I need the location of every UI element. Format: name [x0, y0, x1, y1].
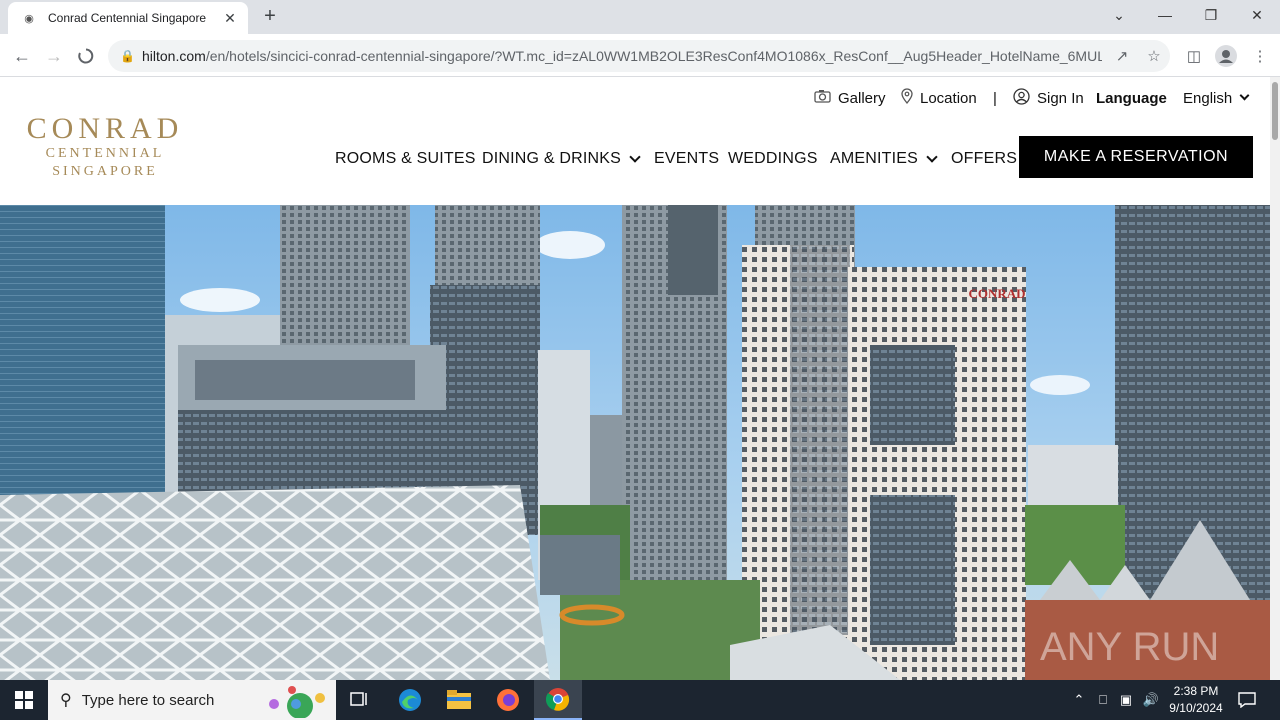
- browser-tab[interactable]: ◉ Conrad Centennial Singapore ✕: [8, 2, 248, 34]
- make-reservation-button[interactable]: MAKE A RESERVATION: [1019, 136, 1253, 178]
- address-bar[interactable]: 🔒 hilton.com/en/hotels/sincici-conrad-ce…: [108, 40, 1170, 72]
- conrad-logo[interactable]: CONRAD CENTENNIAL SINGAPORE: [15, 113, 195, 181]
- browser-toolbar: ← → 🔒 hilton.com/en/hotels/sincici-conra…: [0, 34, 1280, 77]
- language-label: Language: [1096, 89, 1167, 107]
- anyrun-watermark: ANY RUN: [1040, 625, 1219, 669]
- browser-menu-icon[interactable]: ⋮: [1246, 42, 1274, 70]
- scrollbar-thumb[interactable]: [1272, 82, 1278, 140]
- close-tab-icon[interactable]: ✕: [222, 10, 238, 27]
- language-select[interactable]: English: [1183, 87, 1250, 109]
- close-window-icon[interactable]: ✕: [1234, 0, 1280, 30]
- minimize-icon[interactable]: —: [1142, 0, 1188, 30]
- profile-avatar-icon[interactable]: [1212, 42, 1240, 70]
- notifications-icon[interactable]: [1232, 680, 1262, 720]
- gallery-link[interactable]: Gallery: [814, 87, 886, 109]
- page-scrollbar[interactable]: [1270, 77, 1280, 680]
- restore-icon[interactable]: ❐: [1188, 0, 1234, 30]
- task-view-icon[interactable]: [336, 680, 384, 720]
- firefox-icon[interactable]: [484, 680, 532, 720]
- back-arrow-icon[interactable]: ←: [8, 42, 36, 70]
- search-highlight-globe-icon: [262, 684, 332, 723]
- edge-browser-icon[interactable]: [386, 680, 434, 720]
- taskbar-search-box[interactable]: ⚲ Type here to search: [48, 680, 336, 720]
- windows-taskbar: ⚲ Type here to search ⌃ ⎕ ▣ 🔊 2:38 PM 9/…: [0, 680, 1280, 720]
- nav-dining-drinks[interactable]: DINING & DRINKS: [482, 147, 641, 171]
- lock-icon[interactable]: 🔒: [120, 49, 135, 63]
- network-icon[interactable]: ▣: [1117, 680, 1135, 720]
- tab-title: Conrad Centennial Singapore: [48, 11, 207, 25]
- side-panel-icon[interactable]: ◫: [1180, 42, 1208, 70]
- hero-image: CONRAD ANY RUN: [0, 205, 1270, 680]
- nav-events[interactable]: EVENTS: [654, 147, 719, 171]
- windows-start-icon[interactable]: [0, 680, 48, 720]
- utility-separator: |: [993, 89, 997, 107]
- skyline-illustration: CONRAD ANY RUN: [0, 205, 1270, 680]
- nav-amenities[interactable]: AMENITIES: [830, 147, 938, 171]
- camera-icon: [814, 89, 831, 107]
- chrome-icon[interactable]: [534, 680, 582, 720]
- map-pin-icon: [901, 88, 913, 108]
- chevron-down-icon: [926, 150, 938, 163]
- show-hidden-icons-chevron-icon[interactable]: ⌃: [1070, 680, 1088, 720]
- stop-loading-icon[interactable]: [72, 42, 100, 70]
- site-header: CONRAD CENTENNIAL SINGAPORE Gallery Loca…: [0, 77, 1270, 205]
- bookmark-star-icon[interactable]: ☆: [1140, 42, 1168, 70]
- forward-arrow-icon[interactable]: →: [40, 42, 68, 70]
- new-tab-icon[interactable]: +: [258, 4, 282, 28]
- page-favicon-icon: ◉: [24, 12, 34, 25]
- file-explorer-icon[interactable]: [435, 680, 483, 720]
- nav-weddings[interactable]: WEDDINGS: [728, 147, 818, 171]
- conrad-building-sign: CONRAD: [968, 286, 1025, 301]
- network-device-icon[interactable]: ⎕: [1094, 680, 1112, 720]
- nav-offers[interactable]: OFFERS: [951, 147, 1017, 171]
- tab-search-chevron-icon[interactable]: ⌄: [1096, 0, 1142, 30]
- sign-in-link[interactable]: Sign In: [1013, 87, 1084, 109]
- location-link[interactable]: Location: [901, 87, 977, 109]
- search-icon: ⚲: [60, 692, 72, 709]
- volume-icon[interactable]: 🔊: [1141, 680, 1161, 720]
- nav-rooms-suites[interactable]: ROOMS & SUITES: [335, 147, 476, 171]
- browser-tab-strip: ◉ Conrad Centennial Singapore ✕ + ⌄ — ❐ …: [0, 0, 1280, 34]
- chevron-down-icon: [629, 150, 641, 163]
- share-icon[interactable]: ↗: [1108, 42, 1136, 70]
- chevron-down-icon: [1239, 90, 1250, 101]
- url-text: hilton.com/en/hotels/sincici-conrad-cent…: [142, 48, 1102, 64]
- taskbar-clock[interactable]: 2:38 PM 9/10/2024: [1168, 683, 1224, 717]
- user-circle-icon: [1013, 87, 1030, 109]
